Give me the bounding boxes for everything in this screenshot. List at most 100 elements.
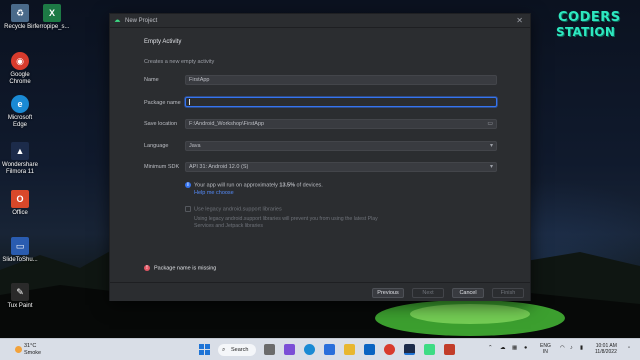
legacy-libraries-checkbox[interactable] [185, 206, 191, 212]
region-code: IN [542, 349, 548, 355]
new-project-dialog: New Project ✕ Empty Activity Creates a n… [109, 13, 531, 301]
office-icon: O [11, 190, 29, 208]
cloud-icon[interactable]: ☁ [500, 345, 506, 351]
system-clock[interactable]: 10:01 AM 11/8/2022 [595, 343, 617, 355]
legacy-libraries-description: Using legacy android.support libraries w… [194, 216, 378, 229]
desktop-icon-label: Microsoft Edge [7, 115, 33, 128]
mail-icon[interactable] [364, 344, 375, 355]
edge-icon: e [11, 95, 29, 113]
desktop-icon-filmora[interactable]: ▲ Wondershare Filmora 11 [0, 142, 40, 176]
filmora-icon: ▲ [11, 142, 29, 160]
chevron-down-icon: ▾ [489, 164, 493, 170]
chrome-icon: ◉ [11, 52, 29, 70]
desktop-icon-ferropipe[interactable]: X ferropipe_s... [32, 4, 72, 31]
error-icon: ! [144, 265, 150, 271]
excel-icon: X [43, 4, 61, 22]
task-view-icon[interactable] [264, 344, 275, 355]
file-explorer-icon[interactable] [344, 344, 355, 355]
notification-icon[interactable]: ▫ [628, 345, 630, 351]
desktop-icon-chrome[interactable]: ◉ Google Chrome [0, 52, 40, 86]
close-icon[interactable]: ✕ [516, 16, 523, 25]
weather-temperature: 31°C [24, 343, 37, 349]
battery-icon[interactable]: ▮ [580, 345, 583, 351]
text-caret [189, 99, 190, 105]
android-studio-taskbar-icon[interactable] [424, 344, 435, 355]
weather-condition: Smoke [24, 350, 42, 356]
previous-button[interactable]: Previous [372, 288, 404, 298]
help-me-choose-link[interactable]: Help me choose [194, 190, 234, 196]
minimum-sdk-value: API 31: Android 12.0 (S) [189, 164, 249, 170]
android-studio-icon [114, 19, 121, 22]
filmora-taskbar-icon[interactable] [404, 344, 415, 355]
finish-button[interactable]: Finish [492, 288, 524, 298]
windows-logo-pane [205, 344, 210, 349]
desktop-icon-tux-paint[interactable]: ✎ Tux Paint [0, 283, 40, 310]
start-button[interactable] [199, 344, 210, 355]
coders-station-logo: CODERS STATION [556, 8, 636, 42]
taskbar: 31°C Smoke ⌕ Search ⌃ ☁ ▦ ● ENG IN ◠ ♪ ▮… [0, 338, 640, 360]
next-button[interactable]: Next [412, 288, 444, 298]
name-field[interactable]: FirstApp [185, 75, 497, 85]
name-label: Name [144, 77, 159, 83]
minimum-sdk-dropdown[interactable]: API 31: Android 12.0 (S) ▾ [185, 162, 497, 172]
error-text: Package name is missing [154, 265, 217, 272]
camera-icon[interactable]: ● [524, 345, 527, 351]
windows-logo-pane [199, 344, 204, 349]
package-name-label: Package name [144, 100, 181, 106]
info-text-suffix: of devices. [295, 182, 323, 189]
name-field-value: FirstApp [189, 77, 210, 83]
template-description: Creates a new empty activity [144, 59, 215, 65]
weather-sun-icon [15, 346, 22, 353]
chevron-down-icon: ▾ [489, 143, 493, 149]
wifi-icon[interactable]: ◠ [560, 345, 565, 351]
clock-date: 11/8/2022 [595, 349, 617, 355]
legacy-libraries-label: Use legacy android.support libraries [194, 206, 282, 213]
dialog-title: New Project [125, 17, 158, 24]
tux-paint-icon: ✎ [11, 283, 29, 301]
taskbar-search[interactable]: ⌕ Search [218, 344, 256, 356]
cancel-button[interactable]: Cancel [452, 288, 484, 298]
dialog-titlebar[interactable]: New Project ✕ [110, 14, 530, 28]
edge-taskbar-icon[interactable] [304, 344, 315, 355]
desktop-icon-label: Wondershare Filmora 11 [2, 162, 38, 175]
language-label: Language [144, 143, 169, 149]
save-location-value: F:\Android_Workshop\FirstApp [189, 121, 265, 127]
info-text-prefix: Your app will run on approximately [194, 182, 280, 189]
weather-widget[interactable]: 31°C Smoke [15, 343, 42, 357]
store-icon[interactable] [324, 344, 335, 355]
desktop-icon-edge[interactable]: e Microsoft Edge [0, 95, 40, 129]
device-coverage-info: i Your app will run on approximately 13.5… [185, 182, 323, 188]
chrome-taskbar-icon[interactable] [384, 344, 395, 355]
folder-icon[interactable]: ▭ [487, 121, 493, 128]
taskbar-search-label: Search [231, 347, 249, 353]
package-name-field[interactable] [185, 97, 497, 107]
minimum-sdk-label: Minimum SDK [144, 164, 180, 170]
chevron-up-icon[interactable]: ⌃ [488, 345, 493, 351]
language-indicator[interactable]: ENG IN [540, 343, 551, 355]
volume-icon[interactable]: ♪ [570, 345, 573, 351]
recycle-bin-icon: ♻ [11, 4, 29, 22]
powerpoint-taskbar-icon[interactable] [444, 344, 455, 355]
template-heading: Empty Activity [144, 39, 182, 45]
logo-text-line2: STATION [556, 25, 616, 39]
desktop-icon-label: Google Chrome [9, 72, 31, 85]
save-location-label: Save location [144, 121, 178, 127]
windows-logo-pane [199, 350, 204, 355]
legacy-libraries-option[interactable]: Use legacy android.support libraries [185, 206, 282, 212]
save-location-field[interactable]: F:\Android_Workshop\FirstApp ▭ [185, 119, 497, 129]
windows-logo-pane [205, 350, 210, 355]
desktop-icon-office[interactable]: O Office [0, 190, 40, 217]
language-dropdown[interactable]: Java ▾ [185, 141, 497, 151]
dialog-footer: Previous Next Cancel Finish [110, 282, 530, 301]
search-icon: ⌕ [222, 347, 226, 353]
slideshow-icon: ▭ [11, 237, 29, 255]
desktop-icon-slidetoshu[interactable]: ▭ SlideToShu... [0, 237, 40, 264]
desktop-icon-label: SlideToShu... [2, 257, 38, 263]
teams-chat-icon[interactable] [284, 344, 295, 355]
language-value: Java [189, 143, 201, 149]
desktop-icon-label: ferropipe_s... [34, 24, 70, 30]
network-icon[interactable]: ▦ [512, 345, 517, 351]
desktop-icon-label: Tux Paint [7, 303, 33, 309]
info-percent: 13.5% [279, 182, 296, 189]
logo-text-line1: CODERS [558, 10, 621, 25]
